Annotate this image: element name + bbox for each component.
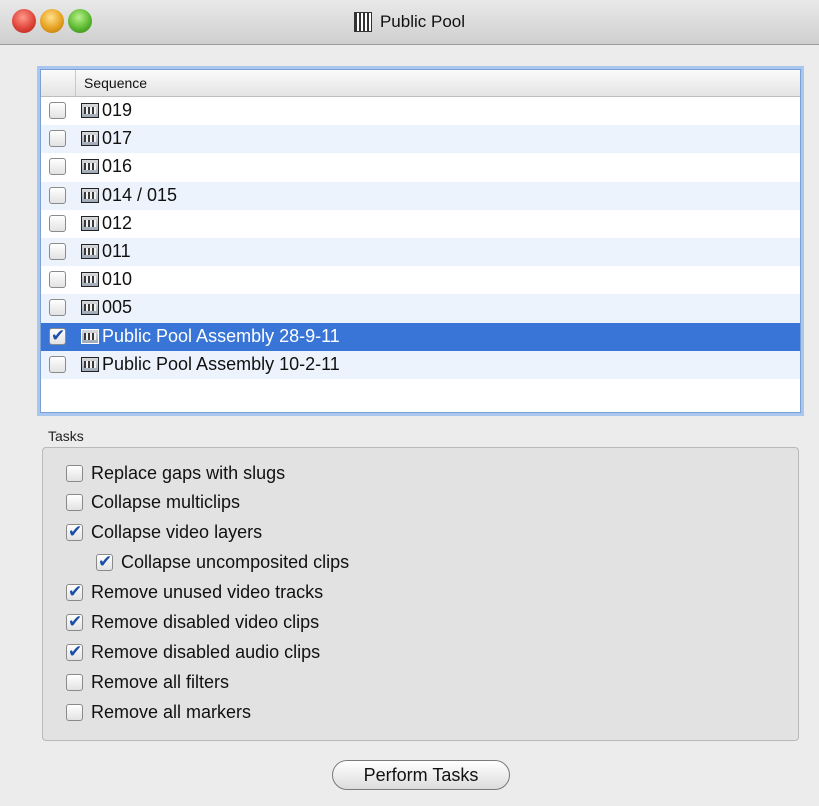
task-checkbox[interactable]	[66, 674, 83, 691]
task-checkbox[interactable]	[96, 552, 113, 572]
window-title: Public Pool	[379, 12, 466, 31]
task-item[interactable]: Remove unused video tracks	[66, 581, 466, 609]
window-title-area: Public Pool	[0, 0, 819, 44]
task-item[interactable]: Collapse video layers	[66, 521, 466, 549]
sequence-label: 014 / 015	[102, 184, 178, 205]
sequence-label: 019	[102, 100, 133, 120]
task-label[interactable]: Collapse multiclips	[91, 492, 240, 513]
task-item[interactable]: Replace gaps with slugs	[66, 462, 466, 490]
task-item[interactable]: Collapse multiclips	[66, 491, 466, 519]
sequence-label: 011	[102, 240, 131, 261]
titlebar[interactable]: Public Pool	[0, 0, 819, 45]
sequence-icon	[81, 356, 99, 372]
sequence-icon	[81, 103, 99, 118]
sequence-checkbox[interactable]	[49, 271, 66, 289]
checkbox-column-header	[41, 70, 76, 96]
task-checkbox[interactable]	[66, 704, 83, 721]
sequence-row[interactable]: 019	[41, 97, 800, 125]
sequence-checkbox[interactable]	[49, 326, 66, 346]
task-label[interactable]: Remove all filters	[91, 672, 229, 693]
task-checkbox[interactable]	[66, 612, 83, 632]
sequence-rows: 019 017 016 014 / 015 012 011 010 005 Public Poo…	[41, 97, 800, 379]
sequence-icon	[81, 159, 99, 175]
task-label[interactable]: Replace gaps with slugs	[91, 463, 285, 484]
sequence-icon	[81, 328, 99, 344]
sequence-checkbox[interactable]	[49, 214, 66, 232]
task-item[interactable]: Remove disabled video clips	[66, 611, 466, 639]
sequence-label: 012	[102, 212, 133, 233]
sequence-row[interactable]: 017	[41, 125, 800, 154]
sequence-list-header: Sequence	[41, 70, 800, 97]
tasks-group-label: Tasks	[48, 428, 84, 444]
clapperboard-icon	[353, 12, 372, 32]
task-item[interactable]: Collapse uncomposited clips	[96, 551, 496, 579]
sequence-label: Public Pool Assembly 28-9-11	[102, 325, 340, 346]
sequence-row[interactable]: 005	[41, 294, 800, 323]
task-checkbox[interactable]	[66, 522, 83, 542]
sequence-row[interactable]: 012	[41, 210, 800, 238]
sequence-icon	[81, 243, 99, 259]
sequence-checkbox[interactable]	[49, 186, 66, 204]
sequence-row[interactable]: Public Pool Assembly 28-9-11	[41, 322, 800, 351]
sequence-icon	[81, 131, 99, 147]
sequence-checkbox[interactable]	[49, 102, 66, 119]
task-checkbox[interactable]	[66, 465, 83, 482]
sequence-icon	[81, 187, 99, 203]
task-label[interactable]: Remove disabled video clips	[91, 612, 319, 633]
sequence-column-header[interactable]: Sequence	[84, 75, 147, 91]
perform-tasks-button[interactable]: Perform Tasks	[332, 760, 510, 790]
tasks-group: Replace gaps with slugs Collapse multicli…	[42, 447, 799, 741]
sequence-row[interactable]: 011	[41, 237, 800, 267]
sequence-label: 010	[102, 269, 133, 290]
sequence-row[interactable]: Public Pool Assembly 10-2-11	[41, 350, 800, 379]
sequence-checkbox[interactable]	[49, 299, 66, 317]
sequence-label: 005	[102, 297, 133, 318]
sequence-list[interactable]: Sequence 019 017 016 014 / 015 012 011 010 005 P…	[40, 69, 801, 413]
task-checkbox[interactable]	[66, 642, 83, 662]
sequence-label: 017	[102, 128, 133, 149]
task-checkbox[interactable]	[66, 494, 83, 511]
task-item[interactable]: Remove all filters	[66, 671, 466, 699]
window: Public Pool Sequence 019 017 016 014 / 015 0…	[0, 0, 819, 806]
task-label[interactable]: Collapse uncomposited clips	[121, 552, 349, 573]
sequence-checkbox[interactable]	[49, 130, 66, 148]
sequence-icon	[81, 215, 99, 231]
task-label[interactable]: Remove unused video tracks	[91, 582, 323, 603]
task-label[interactable]: Remove all markers	[91, 702, 251, 723]
sequence-label: Public Pool Assembly 10-2-11	[102, 353, 340, 374]
sequence-row[interactable]: 010	[41, 266, 800, 294]
sequence-label: 016	[102, 156, 133, 177]
task-checkbox[interactable]	[66, 582, 83, 602]
sequence-row[interactable]: 016	[41, 153, 800, 181]
task-item[interactable]: Remove disabled audio clips	[66, 641, 466, 669]
sequence-checkbox[interactable]	[49, 355, 66, 373]
sequence-checkbox[interactable]	[49, 242, 66, 260]
sequence-icon	[81, 272, 99, 288]
sequence-icon	[81, 300, 99, 316]
task-label[interactable]: Collapse video layers	[91, 522, 262, 543]
task-item[interactable]: Remove all markers	[66, 701, 466, 729]
task-label[interactable]: Remove disabled audio clips	[91, 642, 320, 663]
sequence-checkbox[interactable]	[49, 158, 66, 176]
sequence-row[interactable]: 014 / 015	[41, 181, 800, 210]
